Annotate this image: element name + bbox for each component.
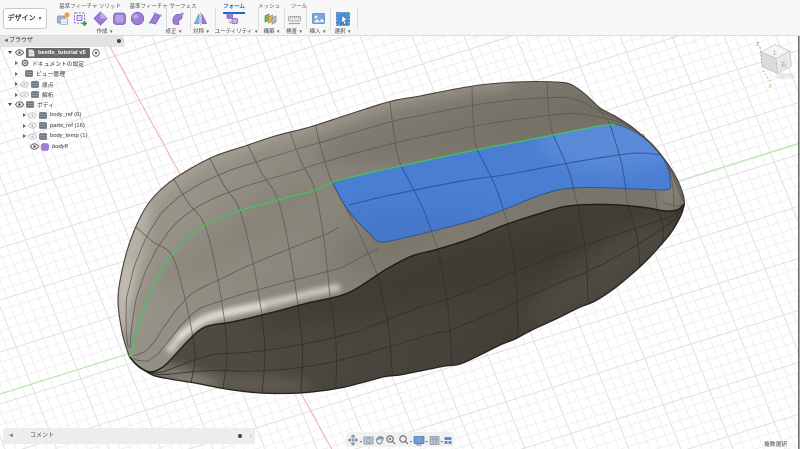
svg-text:右: 右 xyxy=(781,61,787,69)
svg-text:上: 上 xyxy=(772,50,777,57)
svg-text:Z: Z xyxy=(756,42,759,48)
svg-text:X: X xyxy=(769,84,773,90)
